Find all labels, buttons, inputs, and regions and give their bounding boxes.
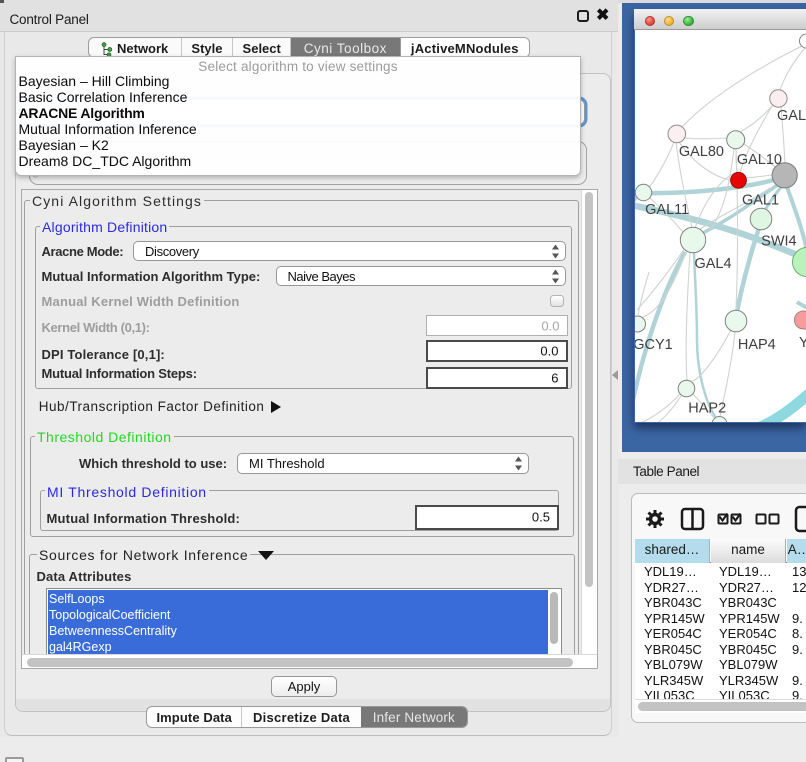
svg-text:GAL11: GAL11 xyxy=(645,202,689,218)
svg-text:GAL80: GAL80 xyxy=(679,144,724,160)
svg-text:SWI4: SWI4 xyxy=(761,234,796,250)
svg-text:Y: Y xyxy=(799,335,806,351)
svg-text:HAP4: HAP4 xyxy=(738,337,776,353)
svg-text:GAL10: GAL10 xyxy=(737,152,782,168)
svg-text:GAL1: GAL1 xyxy=(742,193,779,209)
svg-text:GCY1: GCY1 xyxy=(635,337,673,353)
svg-text:GAL2: GAL2 xyxy=(777,108,806,124)
svg-text:GAL4: GAL4 xyxy=(694,256,731,272)
svg-text:HAP2: HAP2 xyxy=(688,401,726,417)
